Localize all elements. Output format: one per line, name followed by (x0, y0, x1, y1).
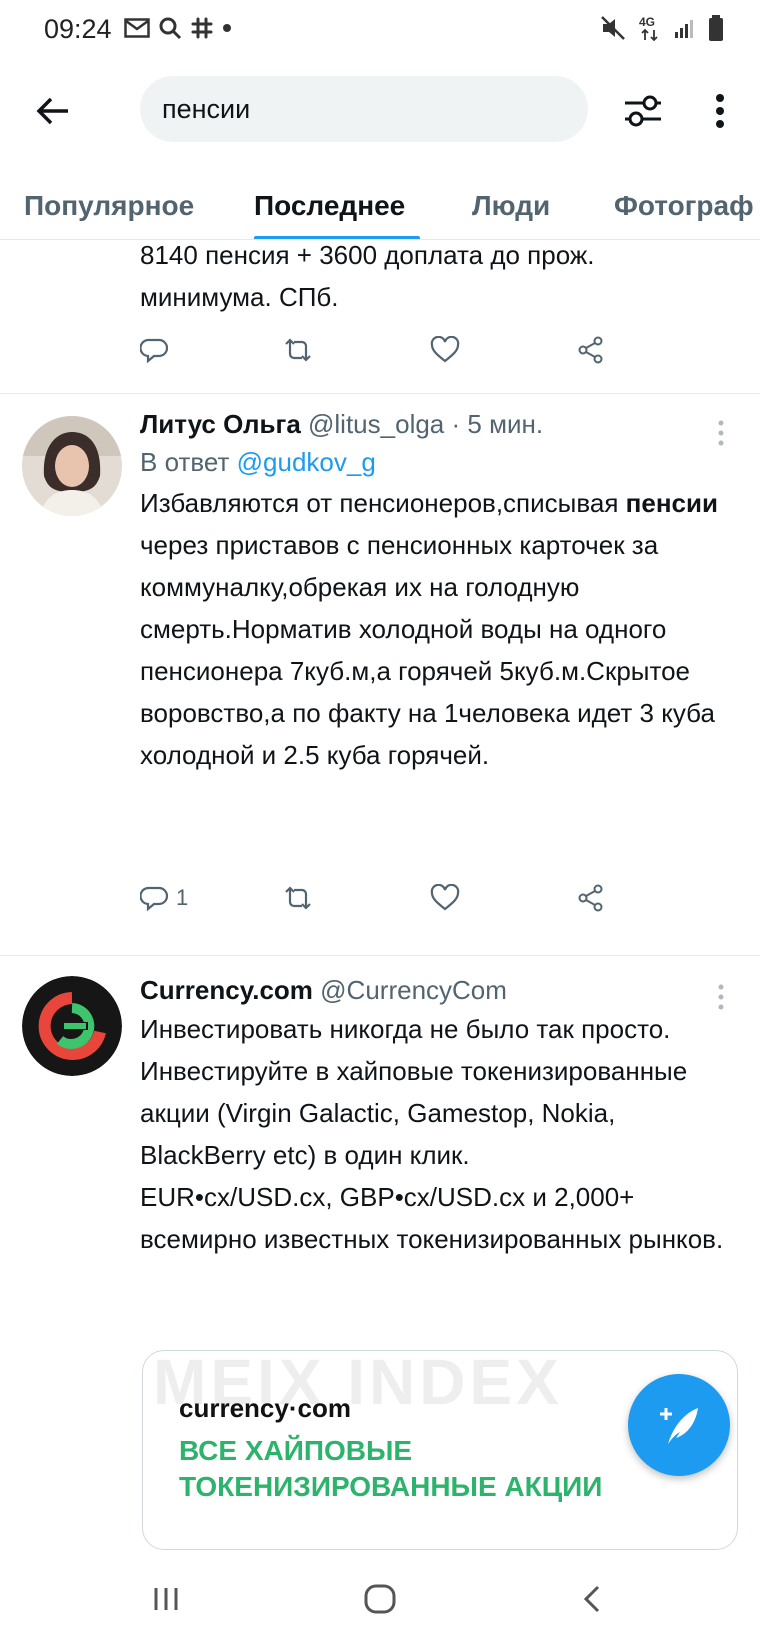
back-nav-button[interactable] (562, 1574, 622, 1624)
like-button[interactable] (430, 878, 460, 918)
tweet-header: Currency.com @CurrencyCom (140, 972, 730, 1008)
retweet-icon (285, 886, 311, 910)
author-handle[interactable]: @CurrencyCom (320, 975, 507, 1005)
avatar-photo (22, 416, 122, 516)
search-tabs: Популярное Последнее Люди Фотограф (0, 180, 760, 240)
card-headline-line: ТОКЕНИЗИРОВАННЫЕ АКЦИИ (179, 1471, 603, 1502)
recent-apps-button[interactable] (136, 1574, 196, 1624)
back-arrow-icon (36, 97, 68, 125)
tweet-text-line: минимума. СПб. (140, 282, 339, 312)
tweet[interactable]: Литус Ольга @litus_olga · 5 мин. В ответ… (0, 394, 760, 956)
share-icon (578, 336, 603, 364)
tweet-partial[interactable]: 8140 пенсия + 3600 доплата до прож. мини… (0, 240, 760, 394)
share-button[interactable] (576, 330, 606, 370)
recent-apps-icon (154, 1588, 178, 1610)
avatar[interactable] (22, 416, 122, 516)
currency-com-logo-icon (22, 976, 122, 1076)
heart-icon (430, 336, 460, 363)
tweet-menu-button[interactable] (706, 418, 736, 448)
home-icon (364, 1584, 396, 1614)
more-options-button[interactable] (700, 86, 740, 136)
reply-context: В ответ @gudkov_g (140, 442, 730, 482)
tweet-text: Инвестировать никогда не было так просто… (140, 1014, 724, 1254)
search-header: пенсии Популярное Последнее Люди Фотогра… (0, 60, 760, 240)
author-name[interactable]: Currency.com (140, 975, 313, 1005)
slack-icon (190, 16, 214, 40)
separator-dot: · (451, 409, 461, 439)
tweet-text: Избавляются от пенсионеров,списывая пенс… (140, 482, 730, 776)
network-4g-icon: 4G (638, 14, 662, 42)
more-vertical-icon (716, 94, 724, 128)
signal-icon (674, 17, 696, 39)
author-handle[interactable]: @litus_olga (308, 409, 444, 439)
tweet-body: Литус Ольга @litus_olga · 5 мин. В ответ… (140, 406, 730, 776)
search-icon (158, 16, 182, 40)
reply-icon (140, 886, 168, 912)
status-bar: 09:24 4G (0, 0, 760, 60)
tweet-actions (140, 330, 640, 370)
retweet-button[interactable] (282, 330, 314, 370)
status-left-icons (124, 16, 232, 40)
sliders-icon (625, 95, 661, 127)
mute-icon (600, 15, 626, 41)
tweet-text-part: Избавляются от пенсионеров,списывая (140, 488, 619, 518)
tab-popular[interactable]: Популярное (24, 190, 194, 222)
tab-latest[interactable]: Последнее (254, 190, 405, 222)
battery-icon (708, 14, 724, 42)
tweet-text: 8140 пенсия + 3600 доплата до прож. мини… (140, 240, 730, 318)
more-vertical-icon (718, 420, 724, 446)
mail-icon (124, 18, 150, 38)
tweet-actions: 1 (140, 878, 640, 918)
tweet-time[interactable]: 5 мин. (467, 409, 543, 439)
share-icon (578, 884, 603, 912)
tweet-text-line: 8140 пенсия + 3600 доплата до прож. (140, 240, 595, 270)
more-vertical-icon (718, 984, 724, 1010)
avatar[interactable] (22, 976, 122, 1076)
search-query: пенсии (162, 93, 251, 124)
home-button[interactable] (350, 1574, 410, 1624)
compose-feather-icon (660, 1408, 698, 1444)
retweet-icon (285, 338, 311, 362)
search-filter-button[interactable] (618, 86, 668, 136)
like-button[interactable] (430, 330, 460, 370)
card-headline: ВСЕ ХАЙПОВЫЕ ТОКЕНИЗИРОВАННЫЕ АКЦИИ (179, 1433, 602, 1505)
tweet-menu-button[interactable] (706, 982, 736, 1012)
status-time: 09:24 (44, 14, 112, 44)
svg-text:4G: 4G (639, 15, 655, 29)
share-button[interactable] (576, 878, 606, 918)
reply-count: 1 (176, 885, 189, 910)
retweet-button[interactable] (282, 878, 314, 918)
tab-photos[interactable]: Фотограф (614, 190, 754, 222)
dot-icon (222, 23, 232, 33)
compose-tweet-button[interactable] (628, 1374, 730, 1476)
reply-icon (140, 338, 168, 364)
author-name[interactable]: Литус Ольга (140, 409, 301, 439)
tweet-header: Литус Ольга @litus_olga · 5 мин. (140, 406, 730, 442)
reply-button[interactable] (140, 330, 168, 370)
reply-button[interactable]: 1 (140, 878, 188, 918)
heart-icon (430, 884, 460, 911)
back-button[interactable] (28, 86, 78, 136)
tweet-body: Currency.com @CurrencyCom Инвестировать … (140, 972, 730, 1260)
card-brand: currency·com (179, 1393, 351, 1423)
status-right-icons: 4G (600, 14, 724, 42)
search-highlight: пенсии (625, 488, 718, 518)
search-input[interactable]: пенсии (140, 76, 588, 142)
system-nav-bar (0, 1552, 760, 1647)
chevron-left-icon (583, 1585, 600, 1613)
tweet-text-part: через приставов с пенсионных карточек за… (140, 530, 715, 770)
reply-prefix: В ответ (140, 447, 230, 477)
reply-handle-link[interactable]: @gudkov_g (237, 447, 376, 477)
card-headline-line: ВСЕ ХАЙПОВЫЕ (179, 1435, 413, 1466)
tab-people[interactable]: Люди (472, 190, 550, 222)
